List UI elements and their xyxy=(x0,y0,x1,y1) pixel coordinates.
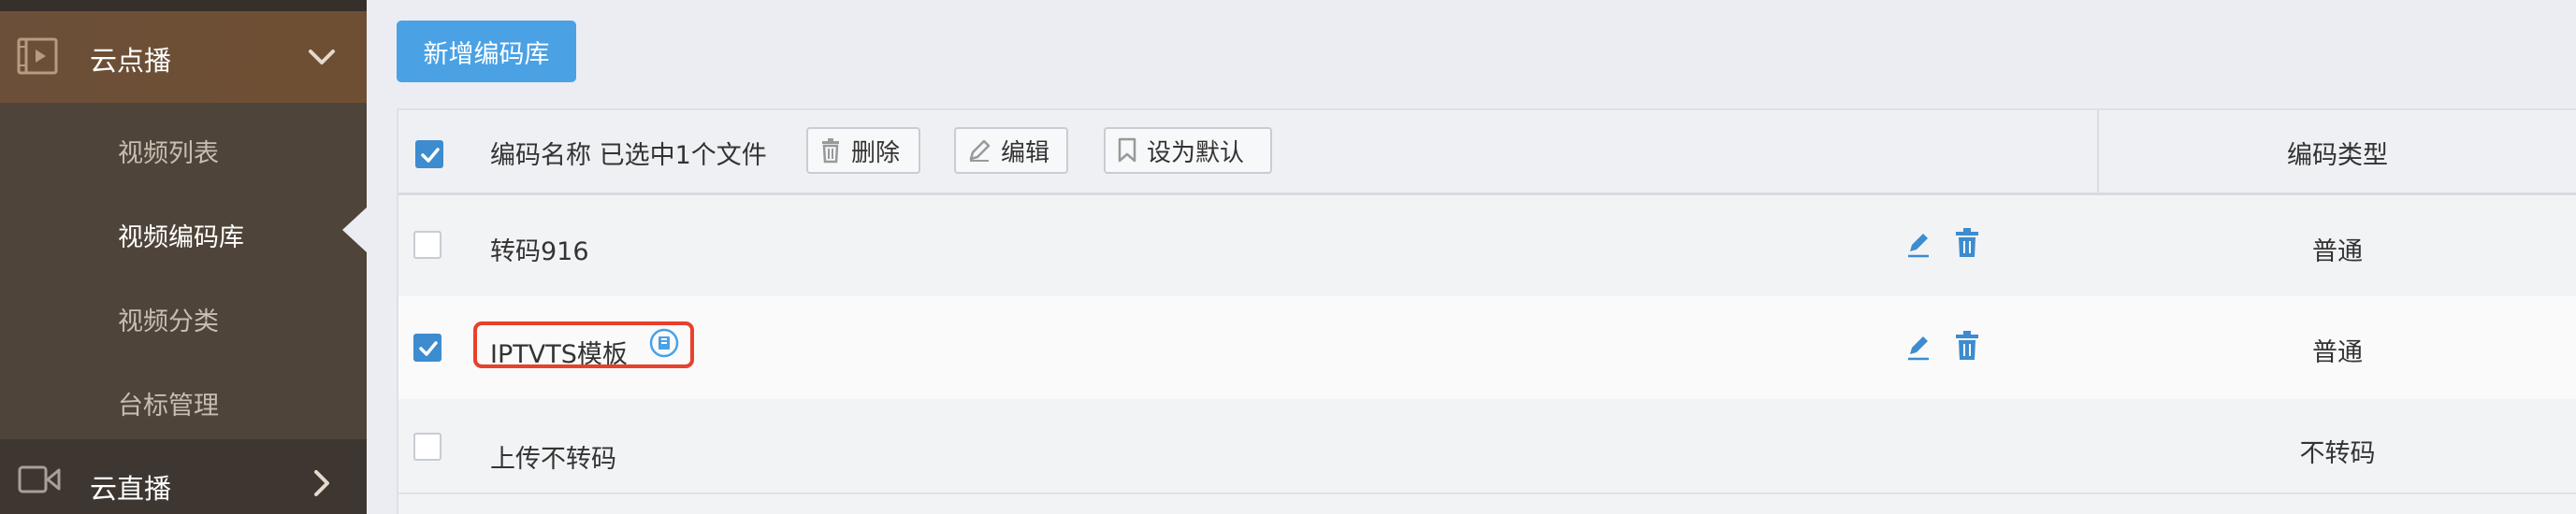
row-type: 普通 xyxy=(2312,338,2363,367)
video-player-icon xyxy=(17,37,58,75)
table-row[interactable]: IPTVTS模板 普通 xyxy=(398,296,2576,401)
menu-vod-label: 云点播 xyxy=(90,45,172,77)
sidebar-item-label: 台标管理 xyxy=(118,392,219,421)
edit-label: 编辑 xyxy=(1001,138,1050,167)
encoding-table: 编码名称 已选中1个文件 删除 编辑 设为默认 编码类型 转码916 普通 IP… xyxy=(397,108,2576,514)
delete-icon[interactable] xyxy=(1953,330,1981,362)
row-checkbox[interactable] xyxy=(413,433,441,461)
row-name: IPTVTS模板 xyxy=(490,340,628,369)
select-all-checkbox[interactable] xyxy=(415,140,443,168)
menu-live-label: 云直播 xyxy=(90,473,172,505)
set-default-label: 设为默认 xyxy=(1147,138,1245,167)
row-type: 不转码 xyxy=(2299,439,2376,468)
row-name: 转码916 xyxy=(490,237,589,266)
table-header: 编码名称 已选中1个文件 删除 编辑 设为默认 编码类型 xyxy=(398,108,2576,195)
column-header-type: 编码类型 xyxy=(2287,141,2388,170)
video-camera-icon xyxy=(18,465,61,493)
name-column-label: 编码名称 xyxy=(490,141,591,170)
sidebar-top-edge xyxy=(0,0,367,11)
row-checkbox[interactable] xyxy=(413,231,441,259)
chevron-down-icon xyxy=(309,50,335,64)
row-type: 普通 xyxy=(2312,237,2363,266)
row-checkbox[interactable] xyxy=(413,334,441,362)
edit-icon[interactable] xyxy=(1904,332,1932,364)
row-name: 上传不转码 xyxy=(490,445,616,474)
delete-button[interactable]: 删除 xyxy=(806,127,920,174)
menu-live[interactable]: 云直播 xyxy=(0,439,367,514)
check-icon xyxy=(421,148,440,163)
edit-button[interactable]: 编辑 xyxy=(954,127,1068,174)
sidebar: 云点播 视频列表 视频编码库 视频分类 台标管理 云直播 xyxy=(0,0,367,514)
table-row[interactable]: 上传不转码 不转码 xyxy=(398,399,2576,494)
column-header-name: 编码名称 已选中1个文件 xyxy=(490,135,767,171)
bookmark-icon xyxy=(1118,137,1136,163)
chevron-right-icon xyxy=(314,470,329,496)
set-default-button[interactable]: 设为默认 xyxy=(1104,127,1272,174)
sidebar-item-logo-management[interactable]: 台标管理 xyxy=(0,359,367,443)
edit-icon[interactable] xyxy=(1904,229,1932,261)
sidebar-item-encoding-library[interactable]: 视频编码库 xyxy=(0,191,367,275)
sidebar-item-label: 视频列表 xyxy=(118,139,219,168)
selection-count-text: 已选中1个文件 xyxy=(599,141,767,170)
sidebar-item-label: 视频分类 xyxy=(118,307,219,336)
check-icon xyxy=(419,341,438,356)
sidebar-item-video-category[interactable]: 视频分类 xyxy=(0,275,367,359)
add-encoding-library-button[interactable]: 新增编码库 xyxy=(397,21,576,82)
menu-vod[interactable]: 云点播 xyxy=(0,11,367,103)
sidebar-item-label: 视频编码库 xyxy=(118,223,244,252)
trash-icon xyxy=(822,138,839,164)
table-row[interactable]: 转码916 普通 xyxy=(398,195,2576,298)
active-item-pointer xyxy=(342,207,367,252)
default-badge-icon xyxy=(649,328,679,358)
delete-label: 删除 xyxy=(851,138,901,167)
delete-icon[interactable] xyxy=(1953,227,1981,259)
sidebar-item-video-list[interactable]: 视频列表 xyxy=(0,107,367,191)
pencil-icon xyxy=(969,139,991,162)
